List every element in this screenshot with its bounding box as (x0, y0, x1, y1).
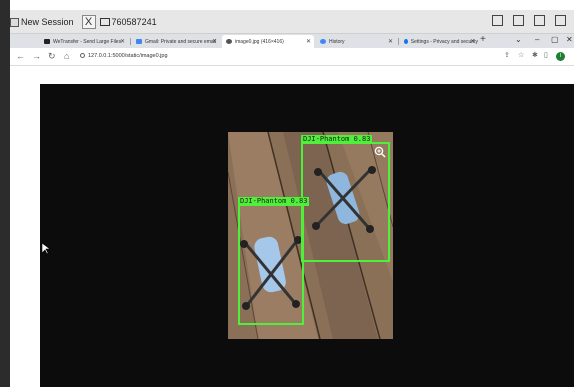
tab-title: WeTransfer - Send Large Files (53, 38, 122, 45)
tab-gmail[interactable]: Gmail: Private and secure email ✕ (132, 35, 220, 48)
tab-separator (398, 38, 399, 45)
tab-search-icon[interactable]: ⌄ (515, 35, 522, 44)
tab-title: History (329, 38, 345, 45)
history-icon (320, 39, 326, 44)
fullscreen-icon[interactable] (513, 15, 524, 26)
tab-settings[interactable]: Settings - Privacy and security ✕ (400, 35, 478, 48)
session-close-button[interactable]: X (81, 15, 96, 29)
browser-toolbar: ← → ↻ ⌂ 127.0.0.1:5000/static/image0.jpg… (10, 48, 574, 66)
close-icon[interactable]: ✕ (120, 38, 125, 45)
session-id: 760587241 (111, 17, 157, 27)
close-icon[interactable]: ✕ (306, 38, 311, 45)
address-bar[interactable]: 127.0.0.1:5000/static/image0.jpg (88, 53, 168, 59)
mouse-cursor-icon (42, 243, 50, 255)
reload-icon[interactable]: ↻ (48, 51, 56, 62)
session-icon (10, 17, 19, 27)
bounding-box (238, 204, 304, 325)
detection-label: DJI-Phantom 0.83 (238, 197, 310, 206)
close-icon[interactable]: ✕ (470, 38, 475, 45)
profile-avatar[interactable]: I (556, 52, 565, 61)
browser-tabstrip: WeTransfer - Send Large Files ✕ Gmail: P… (10, 34, 574, 48)
google-icon (136, 39, 142, 44)
session-bar: New Session X 760587241 (10, 10, 574, 34)
tab-image[interactable]: image0.jpg (416×416) ✕ (222, 35, 314, 48)
tab-history[interactable]: History ✕ (316, 35, 396, 48)
detection-image[interactable]: DJI-Phantom 0.83 DJI-Phantom 0.83 (228, 132, 393, 339)
close-icon[interactable]: ✕ (212, 38, 217, 45)
tab-wetransfer[interactable]: WeTransfer - Send Large Files ✕ (40, 35, 128, 48)
close-window-icon[interactable]: ✕ (566, 35, 573, 44)
sidepanel-icon[interactable]: ▯ (544, 51, 548, 59)
site-info-icon[interactable] (80, 53, 85, 58)
bounding-box (301, 142, 390, 262)
tab-separator (130, 38, 131, 45)
back-icon[interactable]: ← (16, 51, 25, 61)
settings-icon (404, 39, 408, 44)
bookmark-star-icon[interactable]: ☆ (518, 51, 524, 59)
session-controls (492, 15, 566, 26)
zoom-in-icon[interactable] (374, 146, 386, 158)
tab-title: Gmail: Private and secure email (145, 38, 216, 45)
viewer-left-strip (0, 0, 10, 387)
minimize-icon[interactable]: – (535, 35, 539, 44)
session-label: New Session (21, 17, 74, 27)
tab-title: image0.jpg (416×416) (235, 38, 284, 45)
menu-icon[interactable] (534, 15, 545, 26)
detection-label: DJI-Phantom 0.83 (301, 135, 373, 144)
monitor-icon (99, 18, 110, 26)
wetransfer-icon (44, 39, 50, 44)
pin-icon[interactable] (492, 15, 503, 26)
session-tab[interactable]: New Session X 760587241 (10, 14, 157, 30)
tab-title: Settings - Privacy and security (410, 38, 478, 45)
close-icon[interactable]: ✕ (388, 38, 393, 45)
home-icon[interactable]: ⌂ (64, 51, 69, 61)
forward-icon[interactable]: → (32, 51, 41, 61)
page-top (10, 66, 574, 84)
globe-icon (226, 39, 232, 44)
extensions-icon[interactable]: ✱ (532, 51, 538, 59)
toolbar-icon[interactable] (555, 15, 566, 26)
share-icon[interactable]: ⇪ (504, 51, 510, 59)
new-tab-button[interactable]: + (480, 34, 486, 45)
maximize-icon[interactable]: ▢ (551, 35, 559, 44)
